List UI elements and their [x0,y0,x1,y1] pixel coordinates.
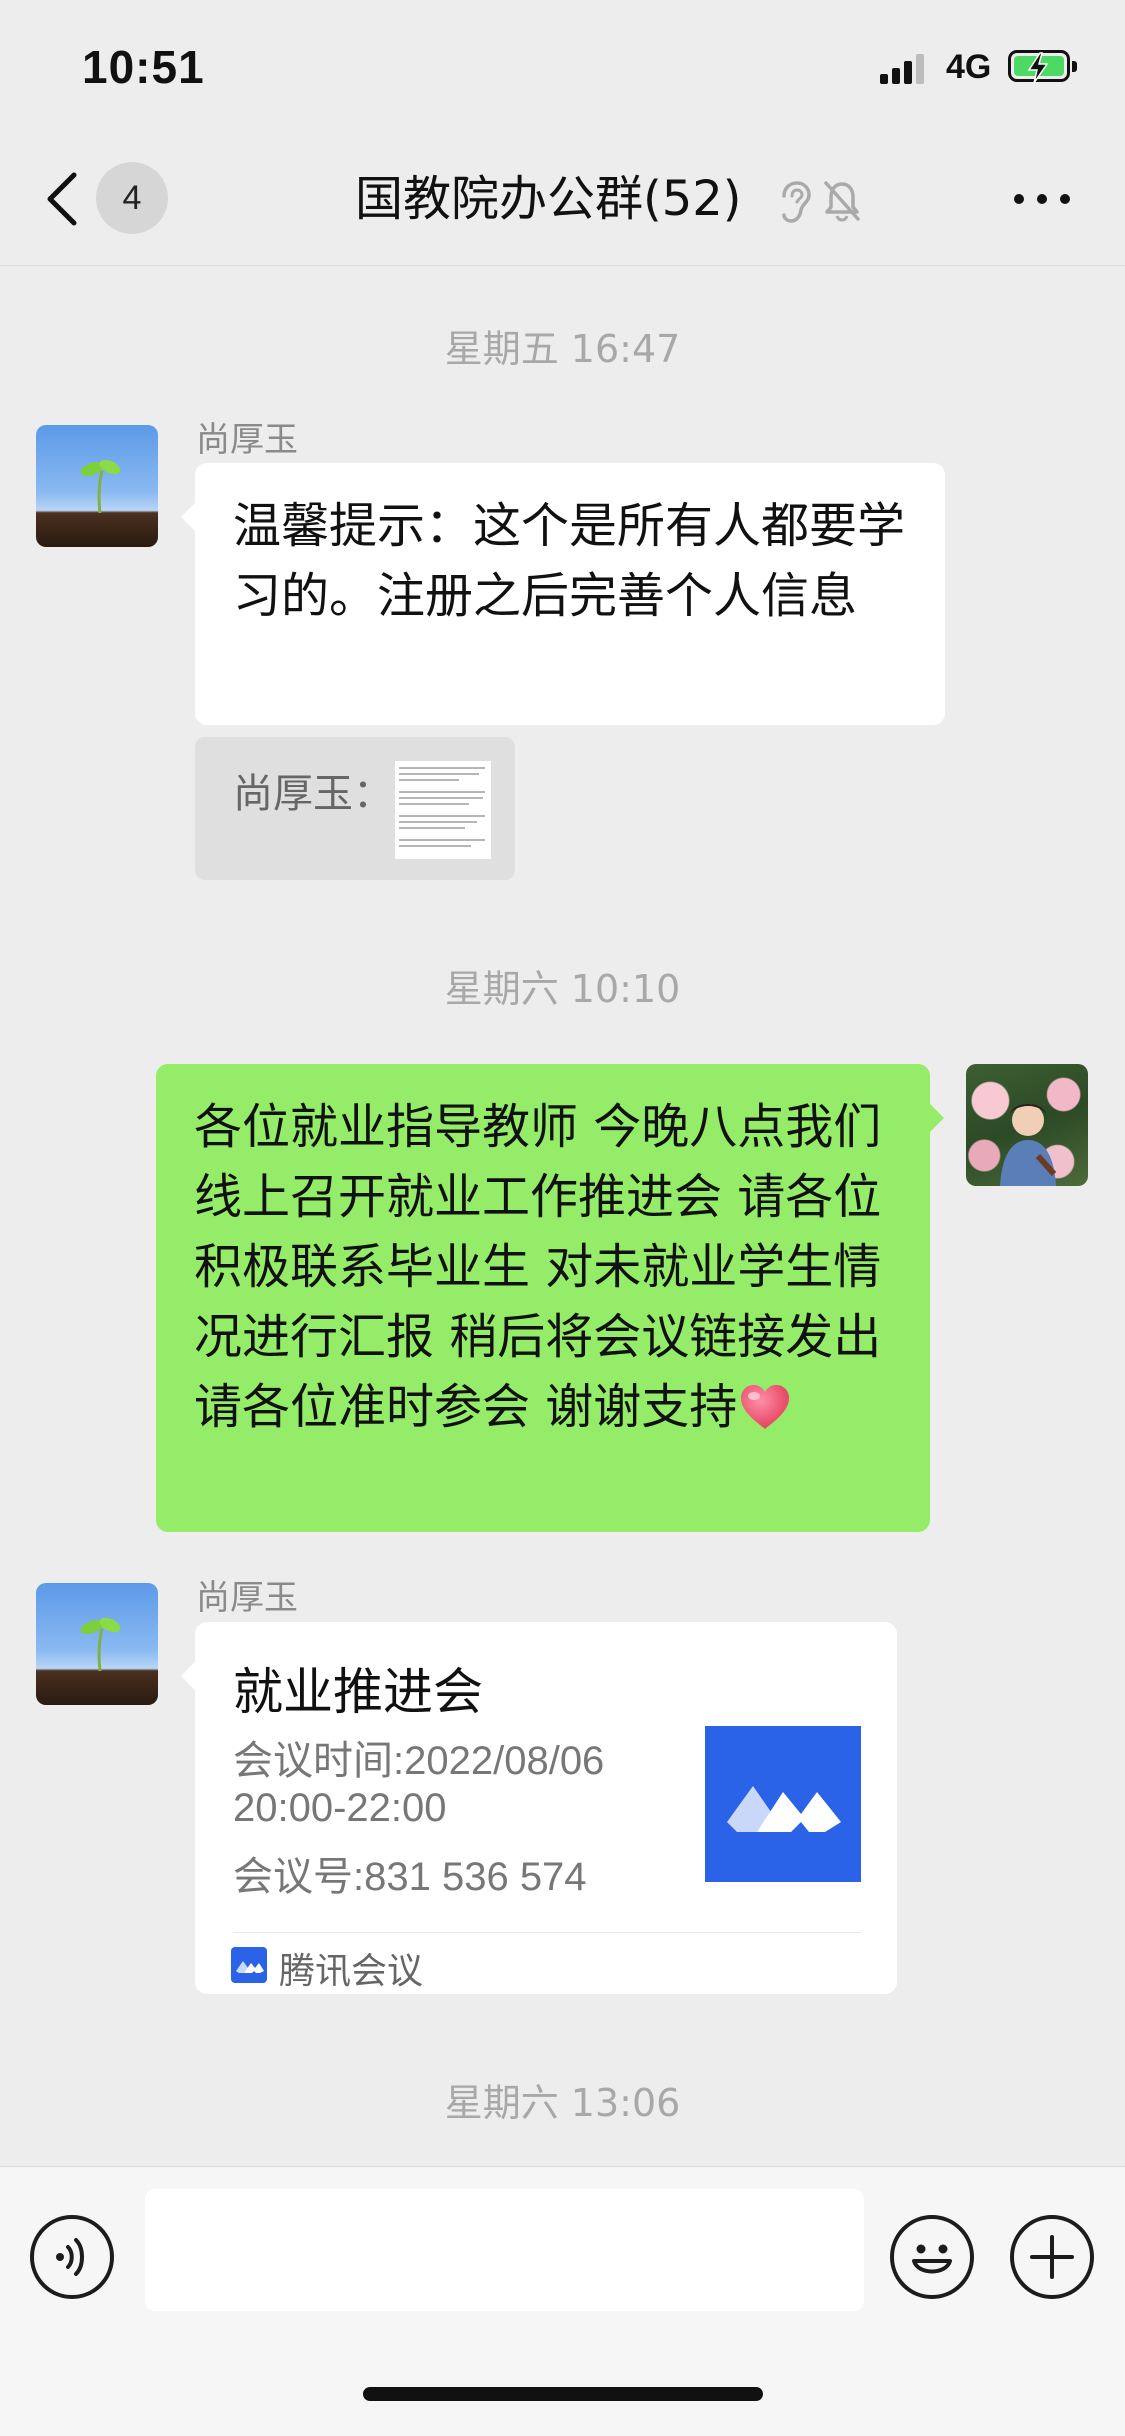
ear-icon [775,180,813,224]
more-icon[interactable] [1010,175,1074,221]
meeting-time-label: 会议时间:2022/08/06 [233,1739,605,1783]
message-text: 各位就业指导教师 今晚八点我们线上召开就业工作推进会 请各位积极联系毕业生 对未… [194,1099,882,1435]
nav-bar: 4 国教院办公群(52) [0,135,1125,266]
chat-screen: 10:51 4G 4 国教院办公群(52) 星期五 16:47 尚厚玉 温馨提示… [0,0,1125,2436]
document-thumbnail-icon [395,761,491,859]
meeting-time-range: 20:00-22:00 [233,1786,447,1830]
avatar[interactable] [36,425,158,547]
meeting-id: 会议号:831 536 574 [233,1855,587,1899]
status-time: 10:51 [82,41,205,93]
chat-timestamp: 星期五 16:47 [444,327,681,371]
sender-name: 尚厚玉 [196,420,298,460]
meeting-title: 就业推进会 [233,1663,483,1721]
quoted-message[interactable]: 尚厚玉： [195,737,515,880]
input-bar [0,2166,1125,2436]
chat-title: 国教院办公群(52) [355,171,742,227]
chat-timestamp: 星期六 13:06 [444,2081,681,2125]
chat-timestamp: 星期六 10:10 [444,967,681,1011]
tencent-meeting-app-icon [231,1947,267,1983]
tencent-meeting-logo-icon [705,1726,861,1882]
message-bubble-self[interactable]: 各位就业指导教师 今晚八点我们线上召开就业工作推进会 请各位积极联系毕业生 对未… [156,1064,944,1532]
signal-icon [880,52,932,84]
quote-sender: 尚厚玉： [233,771,393,817]
sender-name: 尚厚玉 [196,1578,298,1618]
battery-icon [1008,50,1077,84]
home-indicator[interactable] [363,2387,763,2401]
mute-bell-icon [822,179,862,223]
avatar[interactable] [36,1583,158,1705]
voice-icon[interactable] [30,2215,114,2299]
message-input[interactable] [145,2189,864,2311]
meeting-app-name: 腾讯会议 [279,1951,424,1992]
message-text: 温馨提示：这个是所有人都要学习的。注册之后完善个人信息 [233,498,906,624]
plus-icon[interactable] [1010,2215,1094,2299]
emoji-icon[interactable] [890,2215,974,2299]
status-bar: 10:51 4G [0,0,1125,135]
heart-emoji-icon [739,1380,791,1429]
network-type: 4G [946,48,992,86]
unread-count-badge[interactable]: 4 [96,162,168,234]
message-bubble[interactable]: 温馨提示：这个是所有人都要学习的。注册之后完善个人信息 [181,463,945,725]
card-divider [233,1932,861,1933]
meeting-card[interactable]: 就业推进会 会议时间:2022/08/06 20:00-22:00 会议号:83… [181,1622,897,1994]
back-icon[interactable] [40,169,86,229]
avatar-self[interactable] [966,1064,1088,1186]
